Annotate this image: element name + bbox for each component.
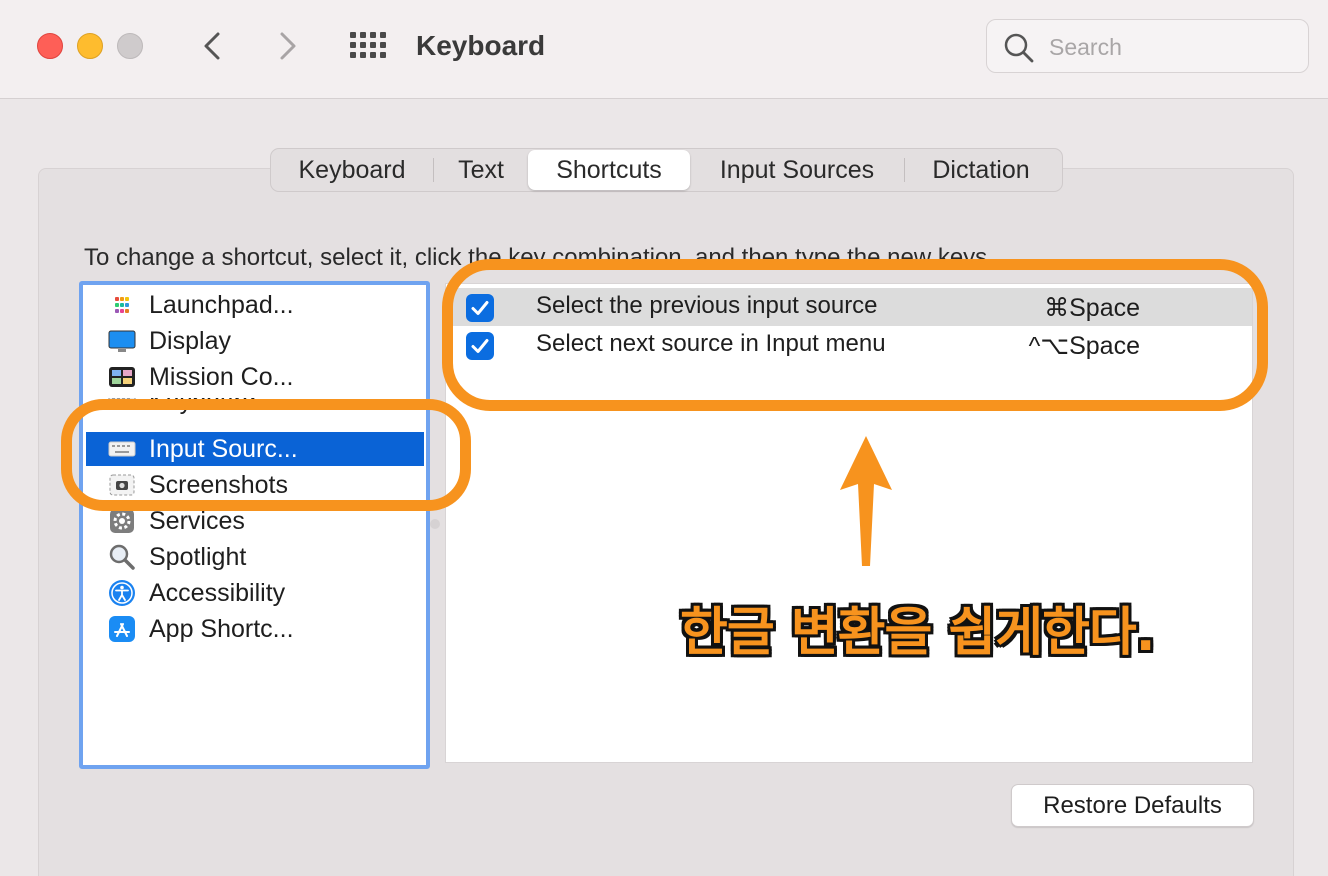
category-app-shortcuts[interactable]: App Shortc... [86,612,424,646]
shortcut-category-list[interactable]: Launchpad... Display Mission Co... Keybo… [79,281,430,769]
gear-icon [107,506,137,536]
category-spotlight[interactable]: Spotlight [86,540,424,574]
category-label: Mission Co... [149,362,294,391]
search-icon [1004,33,1034,63]
shortcut-checkbox[interactable] [466,332,494,360]
split-view-handle[interactable] [430,519,440,529]
zoom-window-button[interactable] [117,33,143,59]
show-all-button[interactable] [348,28,388,64]
launchpad-icon [107,290,137,320]
forward-button[interactable] [267,26,307,66]
shortcut-row[interactable]: Select the previous input source ⌘Space [446,288,1252,326]
keyboard-icon [107,398,137,416]
category-label: Spotlight [149,542,247,571]
category-label: App Shortc... [149,614,294,643]
category-display[interactable]: Display [86,324,424,358]
keyboard-icon [107,434,137,464]
category-input-sources[interactable]: Input Sourc... [86,432,424,466]
category-label: Accessibility [149,578,286,607]
category-label: Services [149,506,245,535]
tab-keyboard[interactable]: Keyboard [271,150,433,190]
category-launchpad[interactable]: Launchpad... [86,288,424,322]
restore-defaults-button[interactable]: Restore Defaults [1011,784,1254,827]
screenshot-icon [107,470,137,500]
chevron-right-icon [280,32,296,60]
checkmark-icon [471,301,489,315]
chevron-left-icon [204,32,220,60]
category-accessibility[interactable]: Accessibility [86,576,424,610]
checkmark-icon [471,339,489,353]
tab-dictation[interactable]: Dictation [905,150,1057,190]
back-button[interactable] [193,26,233,66]
title-bar: Keyboard Search [0,0,1328,99]
tab-input-sources[interactable]: Input Sources [690,150,904,190]
mission-control-icon [107,362,137,392]
shortcut-keys[interactable]: ⌘Space [1044,293,1140,323]
display-icon [107,326,137,356]
category-keyboard[interactable]: Keyboard [86,398,424,416]
shortcut-checkbox[interactable] [466,294,494,322]
category-label: Input Sourc... [149,434,298,463]
category-label: Keyboard [149,398,257,415]
close-window-button[interactable] [37,33,63,59]
shortcut-keys[interactable]: ^⌥Space [1029,331,1140,361]
shortcut-row[interactable]: Select next source in Input menu ^⌥Space [446,326,1252,364]
tab-bar: Keyboard Text Shortcuts Input Sources Di… [270,148,1063,192]
window-title: Keyboard [416,30,546,61]
category-label: Screenshots [149,470,288,499]
annotation-arrow-icon [840,436,892,566]
search-placeholder: Search [1049,34,1122,60]
accessibility-icon [107,578,137,608]
category-label: Launchpad... [149,290,294,319]
tab-text[interactable]: Text [434,150,528,190]
instruction-text: To change a shortcut, select it, click t… [84,244,994,271]
app-store-icon [107,614,137,644]
search-field[interactable]: Search [986,19,1309,73]
annotation-caption: 한글 변환을 쉽게한다. [680,603,1156,663]
magnifier-icon [107,542,137,572]
tab-shortcuts[interactable]: Shortcuts [528,150,690,190]
shortcut-label: Select the previous input source [536,292,878,319]
category-services[interactable]: Services [86,504,424,538]
category-screenshots[interactable]: Screenshots [86,468,424,502]
shortcut-label: Select next source in Input menu [536,330,886,357]
grid-icon [350,32,386,58]
category-mission-control[interactable]: Mission Co... [86,360,424,394]
minimize-window-button[interactable] [77,33,103,59]
category-label: Display [149,326,231,355]
